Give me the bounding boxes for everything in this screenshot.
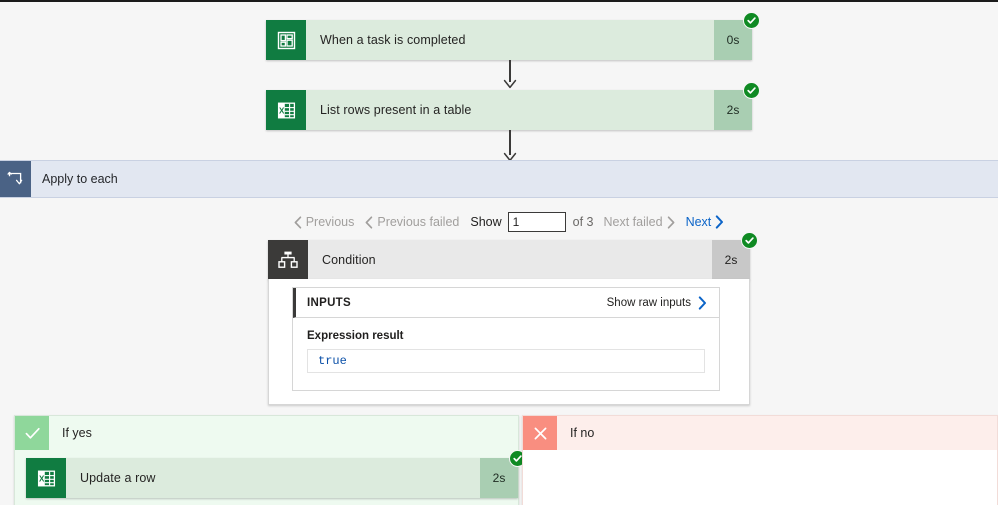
chevron-right-icon [698,295,706,310]
status-badge-success [743,82,760,99]
check-icon [747,17,756,24]
condition-glyph [278,251,298,268]
action-card-title: List rows present in a table [320,103,472,117]
iteration-pager: Previous Previous failed Show of 3 Next … [268,209,750,235]
svg-text:X: X [279,106,285,115]
pager-next-failed-label: Next failed [603,215,663,229]
inputs-title: INPUTS [307,296,351,309]
loop-glyph [7,171,23,184]
inputs-panel-header: INPUTS Show raw inputs [293,288,719,318]
connector-arrow-2 [503,130,517,162]
pager-next-button[interactable]: Next [686,215,725,229]
branch-if-no-header[interactable]: If no [523,416,997,450]
action-card-title: When a task is completed [320,33,466,47]
action-card-title: Update a row [80,471,156,485]
cross-icon [523,416,557,450]
branch-if-no: If no [522,415,998,505]
action-card-title: Condition [322,253,376,267]
expression-result-label: Expression result [307,330,404,342]
show-raw-inputs-link[interactable]: Show raw inputs [606,295,707,310]
excel-glyph: X [277,102,295,118]
show-raw-inputs-label: Show raw inputs [606,296,691,309]
action-card-trigger[interactable]: When a task is completed 0s [266,12,760,60]
pager-previous-label: Previous [305,215,355,229]
branch-if-yes: If yes X Update a row 2s [14,415,526,505]
condition-icon [268,240,308,280]
scope-apply-to-each[interactable]: Apply to each [0,160,998,198]
pager-next-label: Next [685,215,712,229]
action-card-update-row[interactable]: X Update a row 2s [26,450,526,498]
planner-icon [266,20,306,60]
action-card-condition[interactable]: Condition 2s [268,232,758,280]
flow-run-canvas: When a task is completed 0s X List rows … [0,0,998,505]
loop-icon [0,161,31,197]
action-card-list-rows[interactable]: X List rows present in a table 2s [266,82,760,130]
status-badge-success [741,232,758,249]
check-glyph [25,427,40,439]
inputs-panel: INPUTS Show raw inputs Expression result… [292,287,720,391]
connector-arrow-1 [503,60,517,90]
pager-previous-failed-button[interactable]: Previous failed [365,215,459,229]
pager-of-label: of 3 [572,215,594,229]
excel-icon: X [26,458,66,498]
condition-details-panel: INPUTS Show raw inputs Expression result… [268,279,750,405]
excel-glyph: X [37,470,55,486]
check-icon [15,416,49,450]
branch-if-yes-header[interactable]: If yes [15,416,518,450]
status-badge-success [743,12,760,29]
branch-if-no-label: If no [570,426,595,440]
pager-next-failed-button[interactable]: Next failed [604,215,675,229]
excel-icon: X [266,90,306,130]
pager-show-label: Show [470,215,502,229]
chevron-right-icon [716,215,724,229]
planner-glyph [277,31,295,49]
svg-text:X: X [39,474,45,483]
check-icon [747,87,756,94]
pager-page-input[interactable] [507,212,566,232]
scope-label: Apply to each [42,172,118,186]
pager-previous-failed-label: Previous failed [377,215,460,229]
check-icon [745,237,754,244]
pager-previous-button[interactable]: Previous [294,215,355,229]
inputs-panel-body: Expression result true [293,318,719,373]
expression-result-value: true [307,349,705,373]
chevron-right-icon [667,215,675,229]
branch-if-yes-label: If yes [62,426,92,440]
chevron-left-icon [294,215,301,229]
cross-glyph [534,427,546,439]
chevron-left-icon [365,215,373,229]
arrowhead-icon [503,79,517,89]
